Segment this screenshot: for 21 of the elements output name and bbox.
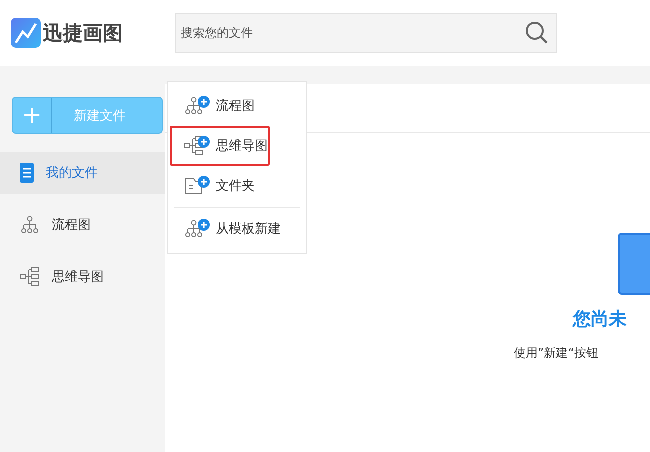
empty-title: 您尚未 xyxy=(573,308,627,331)
menu-item[interactable]: 从模板新建 xyxy=(170,209,304,249)
menu-item[interactable]: 文件夹 xyxy=(170,166,304,206)
empty-hint-text: 使用”新建“按钮 xyxy=(514,345,598,362)
app-logo-text: 迅捷画图 xyxy=(43,20,123,46)
empty-illustration xyxy=(618,233,650,295)
sidebar-item[interactable]: 我的文件 xyxy=(0,152,165,194)
chart-logo-icon xyxy=(11,18,41,48)
menu-item[interactable]: 思维导图 xyxy=(170,126,270,166)
folder-add-icon xyxy=(184,176,210,196)
menu-item[interactable]: 流程图 xyxy=(170,86,304,126)
sidebar-item[interactable]: 思维导图 xyxy=(0,256,165,298)
flowchart-icon xyxy=(20,215,40,235)
sidebar-item[interactable]: 流程图 xyxy=(0,204,165,246)
mindmap-icon xyxy=(20,267,40,287)
flowchart-add-icon xyxy=(184,96,210,116)
search-field[interactable]: 搜索您的文件 xyxy=(175,13,557,53)
search-icon[interactable] xyxy=(525,21,549,45)
mindmap-add-icon xyxy=(184,136,210,156)
document-icon xyxy=(20,163,34,183)
flowchart-add-icon xyxy=(184,219,210,239)
